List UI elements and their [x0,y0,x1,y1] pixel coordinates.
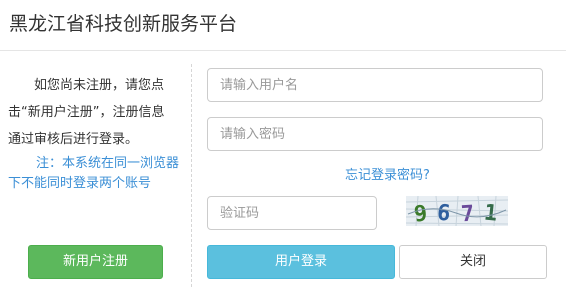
captcha-char-4: 1 [483,200,499,226]
close-button[interactable]: 关闭 [399,245,547,279]
captcha-char-1: 9 [413,201,429,226]
dialog-title: 黑龙江省科技创新服务平台 [9,13,238,35]
user-login-button[interactable]: 用户登录 [207,245,395,279]
captcha-char-3: 7 [460,202,475,226]
register-notice: 如您尚未注册，请您点击“新用户注册”，注册信息通过审核后进行登录。 [8,72,176,153]
browser-warning: 注：本系统在同一浏览器下不能同时登录两个账号 [8,154,180,194]
forgot-password-link[interactable]: 忘记登录密码? [345,167,430,185]
register-panel: 如您尚未注册，请您点击“新用户注册”，注册信息通过审核后进行登录。 注：本系统在… [0,51,190,287]
register-notice-line1: 如您尚未注册，请您 [34,78,152,93]
login-dialog: 黑龙江省科技创新服务平台 如您尚未注册，请您点击“新用户注册”，注册信息通过审核… [0,0,566,287]
new-user-register-button[interactable]: 新用户注册 [28,245,163,279]
password-input[interactable] [207,117,543,151]
captcha-char-2: 6 [436,201,451,226]
dialog-header: 黑龙江省科技创新服务平台 [0,0,566,51]
browser-warning-line1: 注：本系统在同一浏 [36,156,154,171]
username-input[interactable] [207,68,543,102]
captcha-input[interactable] [207,196,377,230]
panel-divider [191,64,192,287]
captcha-image[interactable]: 9 6 7 1 [406,196,508,226]
captcha-graphic: 9 6 7 1 [406,196,508,226]
